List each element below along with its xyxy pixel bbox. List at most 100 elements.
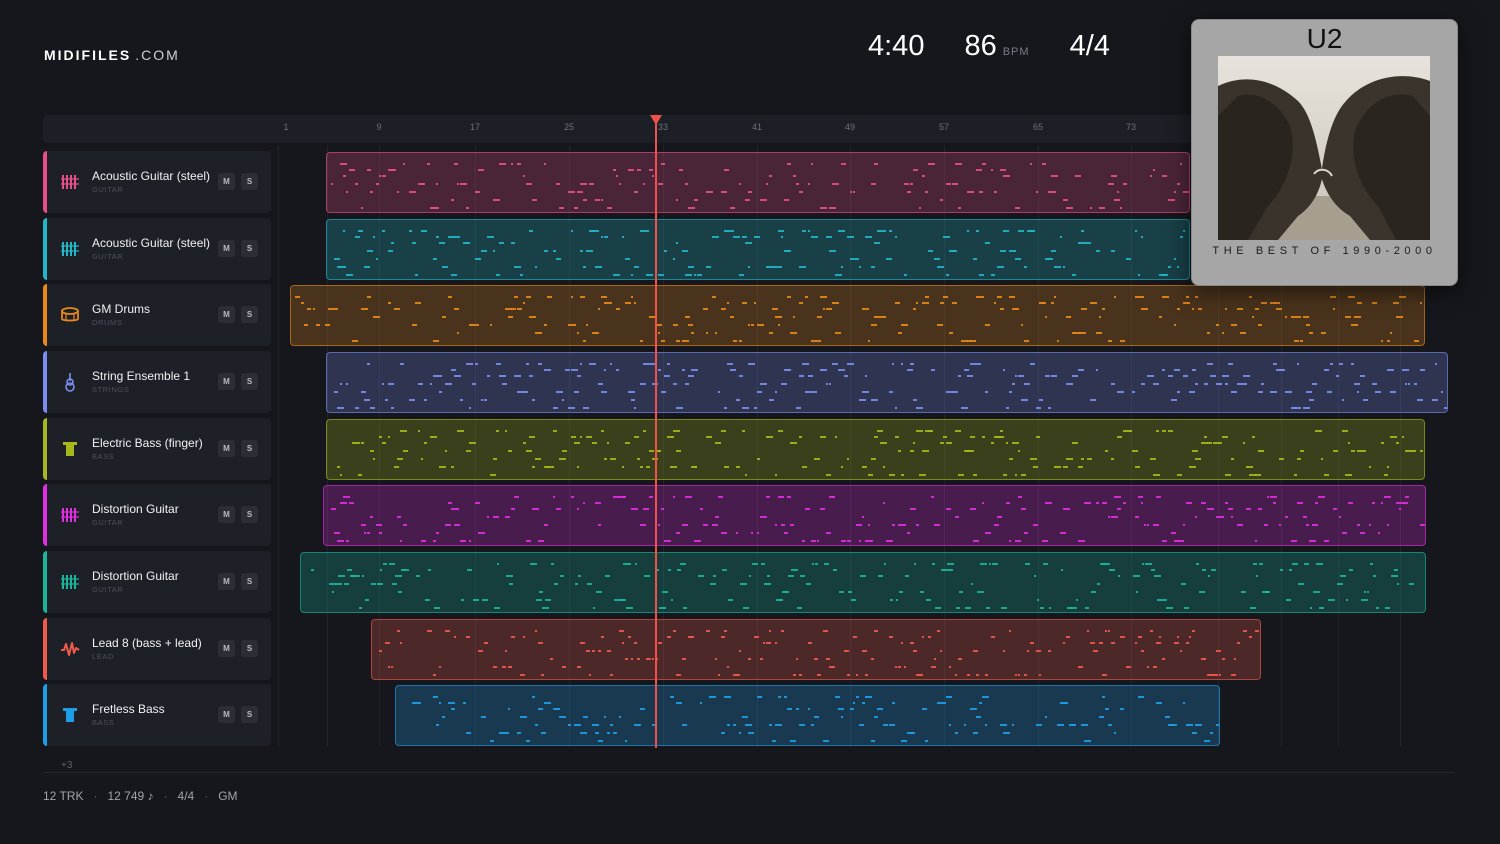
midi-clip[interactable] <box>300 552 1426 613</box>
ruler-tick: 65 <box>1032 122 1044 132</box>
midi-clip[interactable] <box>371 619 1261 680</box>
solo-button[interactable]: S <box>241 440 258 457</box>
midi-clip[interactable] <box>326 152 1190 213</box>
grid-line <box>278 145 279 747</box>
midi-clip[interactable] <box>290 285 1425 346</box>
track-color-bar <box>43 618 47 680</box>
track-count: 12 TRK <box>43 789 84 803</box>
solo-button[interactable]: S <box>241 173 258 190</box>
time-signature: 4/4 <box>1069 30 1110 62</box>
track-header[interactable]: Lead 8 (bass + lead) LEAD M S <box>43 618 271 680</box>
track-name: Distortion Guitar <box>92 569 179 583</box>
track-category: BASS <box>92 452 115 461</box>
track-category: GUITAR <box>92 585 124 594</box>
track-color-bar <box>43 218 47 280</box>
ruler-tick: 9 <box>376 122 382 132</box>
track-header[interactable]: Distortion Guitar GUITAR M S <box>43 551 271 613</box>
track-header[interactable]: String Ensemble 1 STRINGS M S <box>43 351 271 413</box>
track-color-bar <box>43 684 47 746</box>
ruler-tick: 49 <box>844 122 856 132</box>
ruler-tick: 57 <box>938 122 950 132</box>
logo-domain: .COM <box>135 47 180 63</box>
track-category: BASS <box>92 718 115 727</box>
track-header[interactable]: Fretless Bass BASS M S <box>43 684 271 746</box>
solo-button[interactable]: S <box>241 240 258 257</box>
track-name: Electric Bass (finger) <box>92 436 203 450</box>
track-header[interactable]: GM Drums DRUMS M S <box>43 284 271 346</box>
album-title: THE BEST OF 1990-2000 <box>1212 245 1437 257</box>
midi-clip[interactable] <box>326 219 1190 280</box>
track-category: GUITAR <box>92 185 124 194</box>
track-name: Acoustic Guitar (steel) <box>92 169 211 183</box>
track-category: STRINGS <box>92 385 130 394</box>
track-color-bar <box>43 351 47 413</box>
track-color-bar <box>43 551 47 613</box>
track-name: GM Drums <box>92 302 150 316</box>
guitar-fret-icon <box>59 171 81 193</box>
solo-button[interactable]: S <box>241 506 258 523</box>
midi-clip[interactable] <box>326 352 1448 413</box>
more-tracks-indicator[interactable]: +3 <box>61 760 72 771</box>
track-header[interactable]: Electric Bass (finger) BASS M S <box>43 418 271 480</box>
track-color-bar <box>43 484 47 546</box>
track-name: Fretless Bass <box>92 702 165 716</box>
violin-icon <box>59 371 81 393</box>
track-header[interactable]: Acoustic Guitar (steel) GUITAR M S <box>43 218 271 280</box>
bass-icon <box>59 438 81 460</box>
solo-button[interactable]: S <box>241 573 258 590</box>
track-name: String Ensemble 1 <box>92 369 191 383</box>
mute-button[interactable]: M <box>218 240 235 257</box>
guitar-fret-icon <box>59 504 81 526</box>
midi-clip[interactable] <box>326 419 1425 480</box>
track-color-bar <box>43 151 47 213</box>
midi-clip[interactable] <box>323 485 1426 546</box>
tempo-unit: BPM <box>1002 46 1030 58</box>
solo-button[interactable]: S <box>241 706 258 723</box>
mute-button[interactable]: M <box>218 640 235 657</box>
ruler-tick: 41 <box>751 122 763 132</box>
album-photo <box>1218 56 1430 240</box>
track-header[interactable]: Acoustic Guitar (steel) GUITAR M S <box>43 151 271 213</box>
song-stats: 4:40 86 BPM 4/4 <box>868 30 1110 63</box>
tempo: 86 <box>964 30 997 62</box>
logo-name: MIDIFILES <box>44 47 132 63</box>
mute-button[interactable]: M <box>218 573 235 590</box>
drum-icon <box>59 304 81 326</box>
site-logo[interactable]: MIDIFILES .COM <box>44 47 180 63</box>
ruler-tick: 25 <box>563 122 575 132</box>
playhead-marker-icon[interactable] <box>650 115 662 125</box>
footer-divider <box>43 772 1455 773</box>
mute-button[interactable]: M <box>218 373 235 390</box>
playhead[interactable] <box>655 120 657 748</box>
duration: 4:40 <box>868 30 925 62</box>
mute-button[interactable]: M <box>218 706 235 723</box>
mute-button[interactable]: M <box>218 306 235 323</box>
ruler-tick: 73 <box>1125 122 1137 132</box>
bass-icon <box>59 704 81 726</box>
solo-button[interactable]: S <box>241 640 258 657</box>
guitar-fret-icon <box>59 238 81 260</box>
solo-button[interactable]: S <box>241 373 258 390</box>
track-header[interactable]: Distortion Guitar GUITAR M S <box>43 484 271 546</box>
ruler-tick: 1 <box>283 122 289 132</box>
track-name: Lead 8 (bass + lead) <box>92 636 202 650</box>
mute-button[interactable]: M <box>218 506 235 523</box>
midi-standard: GM <box>218 789 238 803</box>
track-color-bar <box>43 418 47 480</box>
mute-button[interactable]: M <box>218 173 235 190</box>
solo-button[interactable]: S <box>241 306 258 323</box>
track-category: GUITAR <box>92 252 124 261</box>
midi-clip[interactable] <box>395 685 1220 746</box>
file-summary: 12 TRK · 12 749 ♪ · 4/4 · GM <box>43 789 238 803</box>
mute-button[interactable]: M <box>218 440 235 457</box>
track-category: DRUMS <box>92 318 123 327</box>
track-name: Acoustic Guitar (steel) <box>92 236 211 250</box>
ruler-tick: 17 <box>469 122 481 132</box>
album-artist: U2 <box>1306 23 1343 54</box>
track-name: Distortion Guitar <box>92 502 179 516</box>
footer-meter: 4/4 <box>177 789 195 803</box>
album-cover: U2 THE BEST OF 1990-2000 <box>1191 19 1458 286</box>
wave-icon <box>59 638 81 660</box>
track-color-bar <box>43 284 47 346</box>
note-count: 12 749 ♪ <box>107 789 154 803</box>
